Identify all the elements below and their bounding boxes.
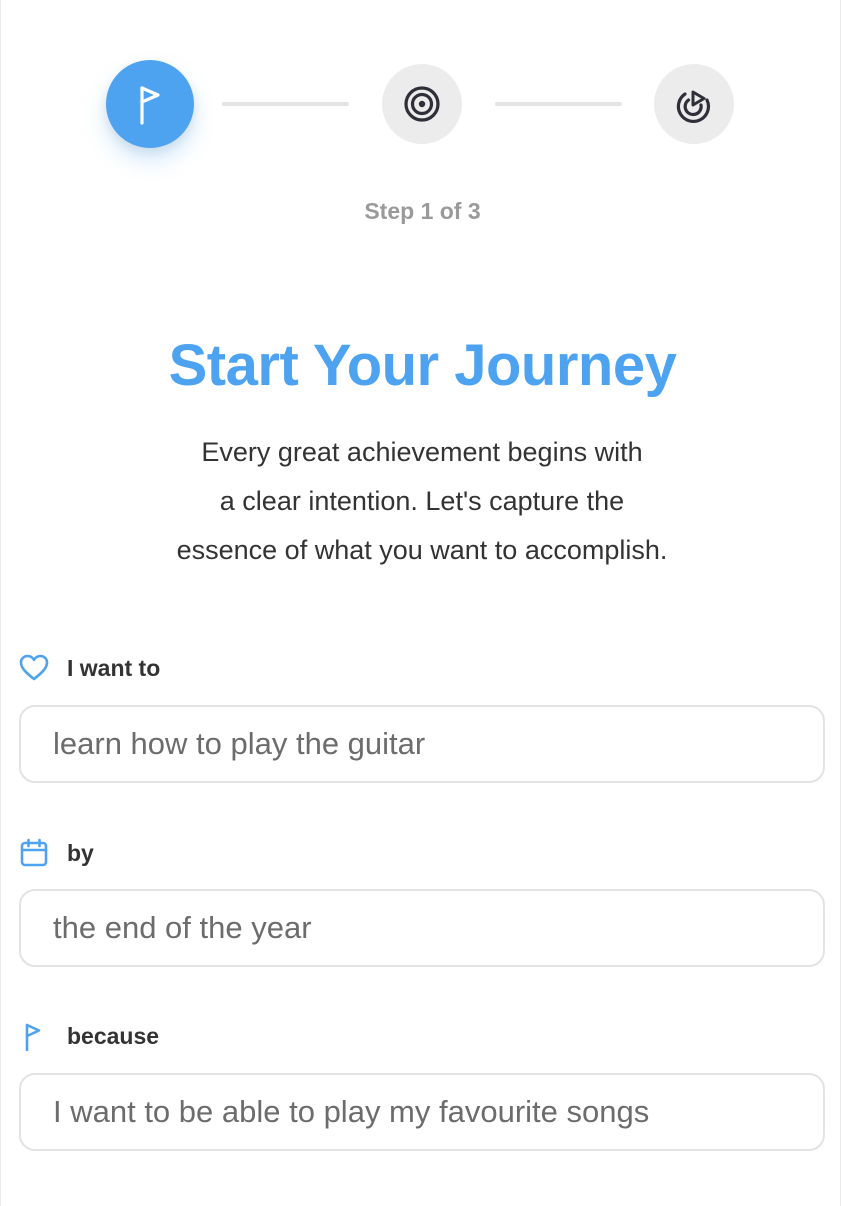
step-2-indicator[interactable] [382,64,462,144]
reason-input[interactable] [19,1073,825,1151]
reason-field-label: because [19,1019,159,1053]
step-connector-1 [222,102,349,106]
reason-label-text: because [67,1022,160,1049]
deadline-label-text: by [67,839,94,866]
goal-input[interactable] [19,705,825,783]
step-3-indicator[interactable] [654,64,734,144]
deadline-field-label: by [19,836,94,870]
target-icon [404,86,440,122]
flag-icon [19,1021,49,1051]
goal-label-text: I want to [67,654,161,681]
page-subtitle: Every great achievement begins with a cl… [122,428,722,575]
step-connector-2 [495,102,622,106]
flag-icon [140,86,160,125]
step-1-indicator[interactable] [106,60,194,148]
goal-field-label: I want to [19,651,160,685]
subtitle-line-1: Every great achievement begins with [201,437,643,467]
step-counter: Step 1 of 3 [364,198,481,224]
goal-wizard-page: Step 1 of 3 Start Your Journey Every gre… [0,0,841,1206]
deadline-input[interactable] [19,889,825,967]
calendar-icon [19,838,49,868]
page-title: Start Your Journey [168,333,677,398]
subtitle-line-2: a clear intention. Let's capture the [219,486,625,516]
subtitle-line-3: essence of what you want to accomplish. [176,535,668,565]
progress-stepper [1,60,843,150]
heart-icon [19,653,49,683]
progress-play-icon [676,90,711,123]
